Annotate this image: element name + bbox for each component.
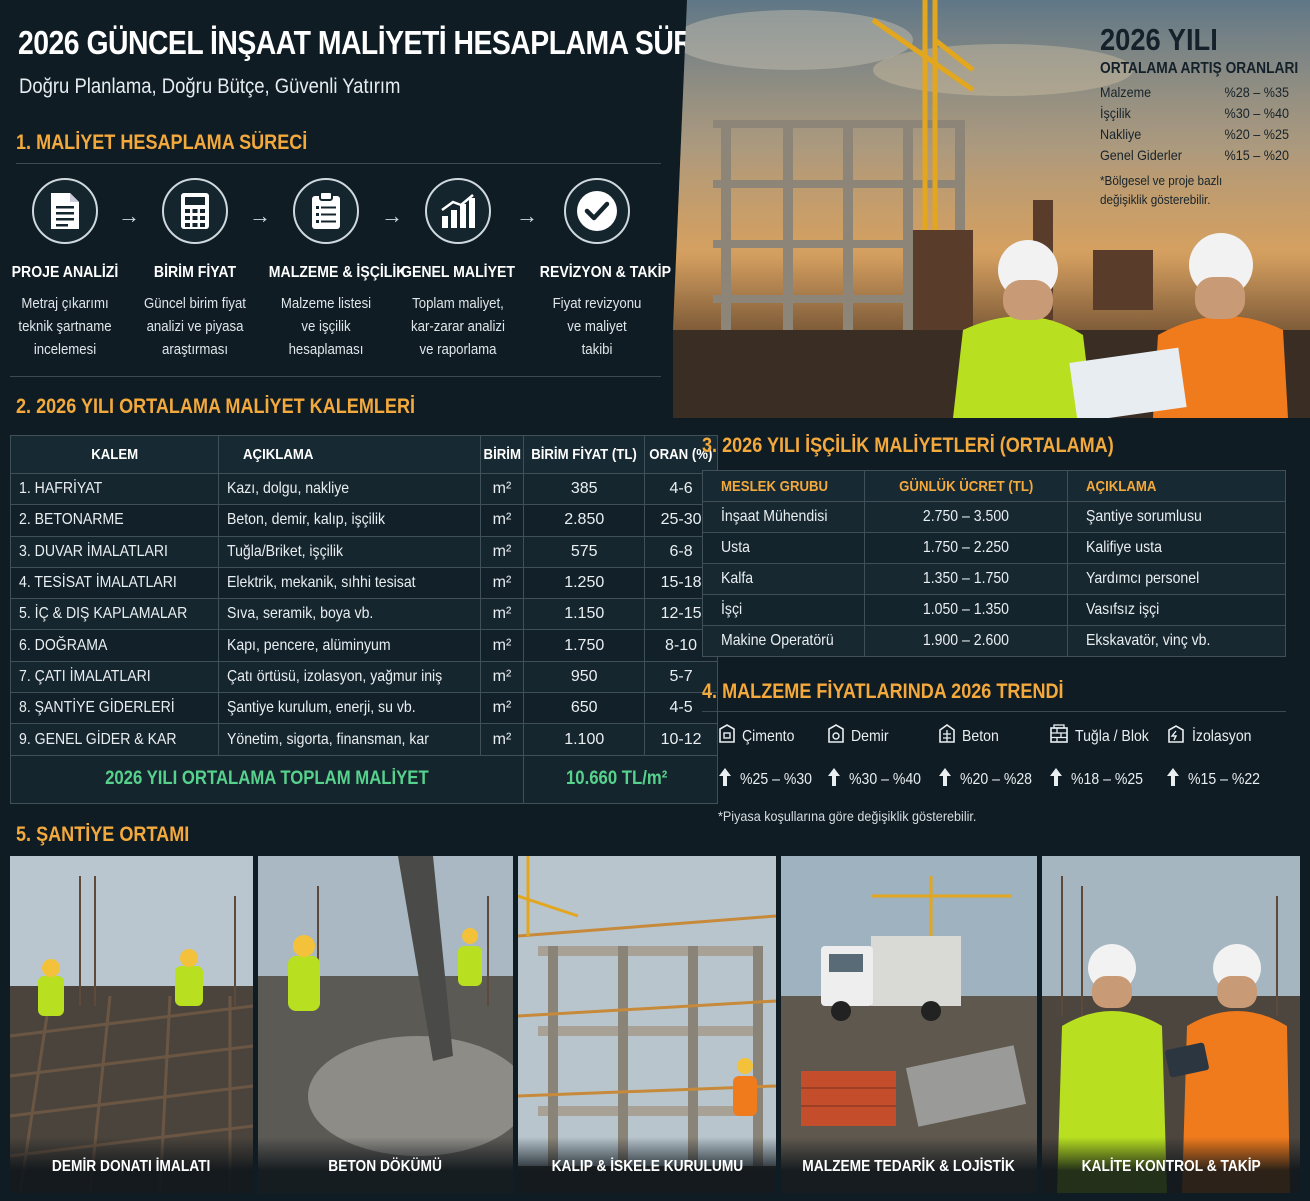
arrow-up-icon bbox=[827, 767, 841, 792]
rate-row: İşçilik %30 – %40 bbox=[1100, 105, 1289, 121]
page-subtitle: Doğru Planlama, Doğru Bütçe, Güvenli Yat… bbox=[19, 75, 401, 98]
trend-item-concrete: Beton %20 – %28 bbox=[938, 724, 1048, 792]
table-row: 5. İÇ & DIŞ KAPLAMALAR Sıva, seramik, boy… bbox=[9, 598, 718, 631]
table-row: 6. DOĞRAMA Kapı, pencere, alüminyum m² 1.75… bbox=[9, 629, 718, 662]
document-icon bbox=[32, 178, 98, 244]
photo-caption: DEMİR DONATI İMALATI bbox=[10, 1137, 253, 1193]
process-step-title: REVİZYON & TAKİP bbox=[539, 264, 671, 281]
photo-caption: BETON DÖKÜMÜ bbox=[258, 1137, 513, 1193]
trend-item-insulation: İzolasyon %15 – %22 bbox=[1166, 724, 1276, 792]
insulation-icon bbox=[1166, 724, 1186, 749]
photo-caption: MALZEME TEDARİK & LOJİSTİK bbox=[781, 1137, 1037, 1193]
table-row: 7. ÇATI İMALATLARI Çatı örtüsü, izolasyon… bbox=[9, 660, 718, 694]
table-row: 4. TESİSAT İMALATLARI Elektrik, mekanik, … bbox=[9, 566, 718, 600]
process-step-title: PROJE ANALİZİ bbox=[11, 264, 119, 281]
total-row: 2026 YILI ORTALAMA TOPLAM MALİYET 10.660… bbox=[9, 754, 718, 804]
table-row: 9. GENEL GİDER & KAR Yönetim, sigorta, fi… bbox=[9, 723, 718, 756]
process-step-title: MALZEME & İŞÇİLİK bbox=[268, 264, 407, 281]
cement-bag-icon bbox=[718, 724, 736, 749]
process-step-desc: Güncel birim fiyat analizi ve piyasa ara… bbox=[144, 295, 246, 358]
column-header: AÇIKLAMA bbox=[218, 435, 481, 474]
cost-items-section-title: 2. 2026 YILI ORTALAMA MALİYET KALEMLERİ bbox=[16, 395, 416, 418]
arrow-up-icon bbox=[1166, 767, 1180, 792]
total-label: 2026 YILI ORTALAMA TOPLAM MALİYET bbox=[9, 754, 525, 804]
table-row: 2. BETONARME Beton, demir, kalıp, işçilik… bbox=[9, 504, 718, 537]
bar-chart-icon bbox=[425, 178, 491, 244]
process-step-title: GENEL MALİYET bbox=[401, 264, 515, 281]
labor-cost-table: MESLEK GRUBU GÜNLÜK ÜCRET (TL) AÇIKLAMA … bbox=[702, 470, 1286, 657]
process-step-title: BİRİM FİYAT bbox=[153, 264, 237, 281]
steel-bag-icon bbox=[827, 724, 845, 749]
process-step-unit-price: BİRİM FİYAT Güncel birim fiyat analizi v… bbox=[130, 178, 260, 361]
brick-icon bbox=[1049, 724, 1069, 749]
table-row: Kalfa 1.350 – 1.750 Yardımcı personel bbox=[702, 563, 1286, 595]
check-icon bbox=[564, 178, 630, 244]
table-row: 8. ŞANTİYE GİDERLERİ Şantiye kurulum, ene… bbox=[9, 692, 718, 725]
site-photo-formwork: KALIP & İSKELE KURULUMU bbox=[518, 856, 776, 1193]
clipboard-icon bbox=[293, 178, 359, 244]
arrow-up-icon bbox=[938, 767, 952, 792]
trend-item-steel: Demir %30 – %40 bbox=[827, 724, 937, 792]
process-section-title: 1. MALİYET HESAPLAMA SÜRECİ bbox=[16, 131, 308, 154]
process-step-desc: Toplam maliyet, kar-zarar analizi ve rap… bbox=[411, 295, 505, 358]
site-section-title: 5. ŞANTİYE ORTAMI bbox=[16, 823, 190, 846]
table-row: İşçi 1.050 – 1.350 Vasıfsız işçi bbox=[702, 594, 1286, 626]
column-header: BİRİM FİYAT (TL) bbox=[523, 435, 646, 474]
table-header-row: MESLEK GRUBU GÜNLÜK ÜCRET (TL) AÇIKLAMA bbox=[702, 470, 1286, 502]
site-photo-quality-control: KALİTE KONTROL & TAKİP bbox=[1042, 856, 1300, 1193]
rate-row: Genel Giderler %15 – %20 bbox=[1100, 147, 1289, 163]
arrow-up-icon bbox=[718, 767, 732, 792]
cost-items-table: KALEM AÇIKLAMA BİRİM BİRİM FİYAT (TL) OR… bbox=[9, 435, 718, 804]
column-header: GÜNLÜK ÜCRET (TL) bbox=[863, 470, 1069, 502]
column-header: AÇIKLAMA bbox=[1067, 470, 1286, 502]
table-row: İnşaat Mühendisi 2.750 – 3.500 Şantiye sor… bbox=[702, 501, 1286, 533]
table-row: Usta 1.750 – 2.250 Kalifiye usta bbox=[702, 532, 1286, 564]
labor-section-title: 3. 2026 YILI İŞÇİLİK MALİYETLERİ (ORTALA… bbox=[702, 434, 1114, 457]
page-title: 2026 GÜNCEL İNŞAAT MALİYETİ HESAPLAMA SÜ… bbox=[18, 24, 740, 61]
process-step-revision: REVİZYON & TAKİP Fiyat revizyonu ve mali… bbox=[532, 178, 671, 361]
process-step-project-analysis: PROJE ANALİZİ Metraj çıkarımı teknik şar… bbox=[0, 178, 130, 361]
rates-subtitle: ORTALAMA ARTIŞ ORANLARI bbox=[1100, 60, 1299, 77]
divider bbox=[702, 711, 1286, 712]
table-row: 1. HAFRİYAT Kazı, dolgu, nakliye m² 385 4-6 bbox=[9, 472, 718, 506]
table-row: 3. DUVAR İMALATLARI Tuğla/Briket, işçilik… bbox=[9, 535, 718, 568]
divider bbox=[16, 163, 661, 164]
concrete-icon bbox=[938, 724, 956, 749]
table-row: Makine Operatörü 1.900 – 2.600 Ekskavatör,… bbox=[702, 625, 1286, 657]
rates-note: *Bölgesel ve proje bazlı değişiklik göst… bbox=[1100, 173, 1223, 207]
photo-caption: KALIP & İSKELE KURULUMU bbox=[518, 1137, 776, 1193]
total-value: 10.660 TL/m² bbox=[523, 754, 718, 804]
divider bbox=[10, 376, 661, 377]
trends-note: *Piyasa koşullarına göre değişiklik göst… bbox=[718, 808, 977, 824]
trend-item-brick: Tuğla / Blok %18 – %25 bbox=[1049, 724, 1159, 792]
photo-caption: KALİTE KONTROL & TAKİP bbox=[1042, 1137, 1300, 1193]
process-step-desc: Malzeme listesi ve işçilik hesaplaması bbox=[280, 295, 372, 358]
arrow-up-icon bbox=[1049, 767, 1063, 792]
process-step-material-labor: MALZEME & İŞÇİLİK Malzeme listesi ve işç… bbox=[261, 178, 407, 361]
table-header-row: KALEM AÇIKLAMA BİRİM BİRİM FİYAT (TL) OR… bbox=[9, 435, 718, 474]
site-photo-logistics: MALZEME TEDARİK & LOJİSTİK bbox=[781, 856, 1037, 1193]
trends-section-title: 4. MALZEME FİYATLARINDA 2026 TRENDİ bbox=[702, 680, 1064, 703]
column-header: KALEM bbox=[9, 435, 220, 474]
rates-year: 2026 YILI bbox=[1100, 22, 1218, 57]
process-step-desc: Metraj çıkarımı teknik şartname inceleme… bbox=[18, 295, 112, 358]
site-photo-rebar: DEMİR DONATI İMALATI bbox=[10, 856, 253, 1193]
calculator-icon bbox=[162, 178, 228, 244]
process-step-desc: Fiyat revizyonu ve maliyet takibi bbox=[552, 295, 642, 358]
column-header: MESLEK GRUBU bbox=[702, 470, 865, 502]
rate-row: Nakliye %20 – %25 bbox=[1100, 126, 1289, 142]
column-header: BİRİM bbox=[479, 435, 525, 474]
rate-row: Malzeme %28 – %35 bbox=[1100, 84, 1289, 100]
process-step-general-cost: GENEL MALİYET Toplam maliyet, kar-zarar … bbox=[393, 178, 523, 361]
trend-item-cement: Çimento %25 – %30 bbox=[718, 724, 828, 792]
site-photo-concrete: BETON DÖKÜMÜ bbox=[258, 856, 513, 1193]
increase-rates-panel: 2026 YILI ORTALAMA ARTIŞ ORANLARI Malzem… bbox=[1100, 22, 1299, 209]
